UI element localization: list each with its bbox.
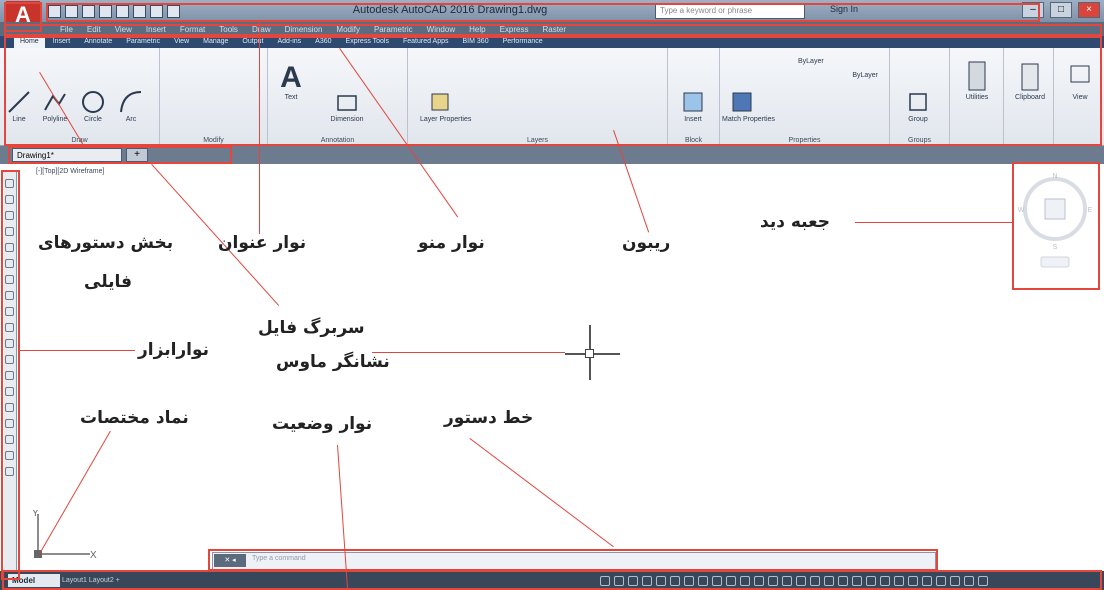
leader-cursor: [372, 352, 565, 353]
drawing-area[interactable]: [0, 164, 1104, 568]
svg-text:Y: Y: [32, 510, 39, 519]
callout-file-commands: بخش دستورهای: [38, 233, 174, 253]
highlight-toolbar: [1, 170, 20, 580]
svg-text:X: X: [90, 550, 97, 560]
maximize-button[interactable]: □: [1050, 2, 1072, 18]
highlight-view-cube: [1012, 162, 1100, 290]
callout-cursor: نشانگر ماوس: [276, 352, 390, 372]
crosshair-pickbox: [585, 349, 594, 358]
callout-menu-bar: نوار منو: [418, 233, 485, 253]
ucs-icon: Y X: [32, 510, 97, 560]
leader-toolbar: [20, 350, 135, 351]
callout-ribbon: ریبون: [622, 233, 671, 253]
highlight-ribbon: [4, 36, 1102, 146]
leader-view-cube: [855, 222, 1012, 223]
highlight-title-bar: [46, 3, 1040, 22]
callout-file-tab: سربرگ فایل: [258, 318, 365, 338]
callout-toolbar: نوارابزار: [138, 340, 210, 360]
close-button[interactable]: ×: [1078, 2, 1100, 18]
callout-view-cube: جعبه دید: [760, 212, 830, 232]
leader-title-bar: [259, 22, 260, 234]
highlight-menu-bar: [4, 24, 1102, 36]
callout-file-commands-2: فایلی: [84, 272, 133, 292]
callout-command-line: خط دستور: [444, 408, 534, 428]
callout-status-bar: نوار وضعیت: [272, 414, 373, 434]
viewport-controls[interactable]: [-][Top][2D Wireframe]: [36, 168, 104, 175]
callout-ucs: نماد مختصات: [80, 408, 189, 428]
highlight-file-tab: [8, 146, 232, 164]
callout-title-bar: نوار عنوان: [218, 233, 307, 253]
highlight-status-bar: [2, 570, 1102, 590]
highlight-command-line: [208, 549, 938, 571]
